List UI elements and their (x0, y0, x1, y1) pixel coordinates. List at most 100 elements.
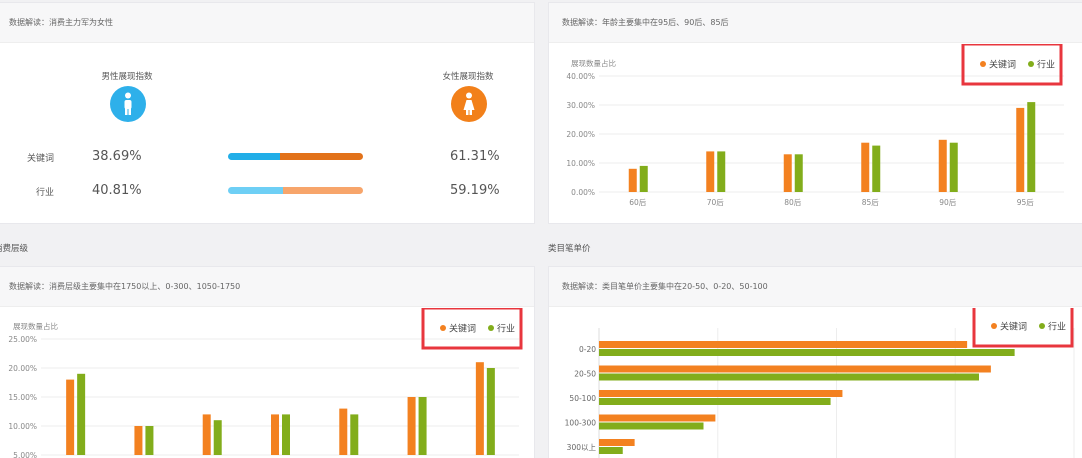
y-tick-label: 5.00% (13, 451, 37, 458)
legend-label: 关键词 (989, 59, 1016, 71)
female-keyword-pct: 61.31% (450, 149, 500, 164)
industry-male-segment (228, 187, 284, 194)
keyword-female-segment (280, 153, 363, 160)
y-tick-label: 50-100 (569, 394, 596, 403)
bar (639, 165, 648, 192)
bar (418, 397, 427, 455)
legend-marker (991, 323, 997, 329)
y-tick-label: 0-20 (579, 345, 596, 354)
legend-label: 关键词 (1000, 321, 1027, 333)
keyword-male-segment (228, 153, 281, 160)
bar (717, 151, 726, 192)
bar (599, 439, 635, 446)
age-header: 数据解读：年龄主要集中在95后、90后、85后 (549, 3, 1082, 43)
x-tick-label: 60后 (629, 197, 647, 207)
gender-header-text: 数据解读：消费主力军为女性 (9, 18, 113, 27)
y-tick-label: 15.00% (8, 393, 37, 402)
y-tick-label: 40.00% (566, 72, 595, 81)
gender-panel: 数据解读：消费主力军为女性 男性展现指数 女性展现指数 关键词 38.69% 6… (0, 2, 535, 224)
industry-female-segment (283, 187, 363, 194)
legend-label: 行业 (1048, 321, 1066, 333)
y-axis-label: 展现数量占比 (571, 58, 616, 68)
bar (1016, 107, 1025, 192)
age-chart: 0.00% 10.00% 20.00% 30.00% 40.00% 展现数量占比 60后 70… (566, 44, 1064, 207)
y-tick-label: 0.00% (571, 188, 595, 197)
y-tick-label: 100-300 (565, 419, 597, 428)
x-tick-label: 80后 (784, 197, 802, 207)
bar (407, 397, 416, 455)
bar (350, 414, 359, 455)
industry-share-bar (228, 187, 363, 194)
legend-marker (1039, 323, 1045, 329)
male-person-icon (110, 86, 146, 122)
bar (202, 414, 211, 455)
consumption-header-text: 数据解读：消费层级主要集中在1750以上、0-300、1050-1750 (9, 282, 241, 291)
legend-marker (1028, 61, 1034, 67)
y-tick-label: 30.00% (566, 101, 595, 110)
bar (938, 139, 947, 192)
y-tick-label: 300以上 (567, 443, 597, 452)
category-panel: 数据解读：类目笔单价主要集中在20-50、0-20、50-100 0-20 20-… (548, 266, 1082, 458)
female-index-title: 女性展现指数 (442, 72, 494, 82)
female-industry-pct: 59.19% (450, 183, 500, 198)
bar (861, 142, 870, 192)
legend-label: 行业 (1037, 59, 1055, 71)
bar (134, 426, 143, 455)
age-panel: 数据解读：年龄主要集中在95后、90后、85后 0.00% 10.00% 20.00… (548, 2, 1082, 224)
bar (599, 398, 831, 405)
bar (599, 341, 968, 348)
bar (949, 142, 958, 192)
consumption-section-title: 消费层级 (0, 244, 29, 254)
consumption-header: 数据解读：消费层级主要集中在1750以上、0-300、1050-1750 (0, 267, 534, 307)
bar (77, 373, 86, 455)
consumption-chart: 5.00% 10.00% 15.00% 20.00% 25.00% 展现数量占比 关键词 行业 (8, 308, 523, 458)
x-tick-label: 85后 (862, 197, 880, 207)
bar (599, 373, 979, 381)
male-industry-pct: 40.81% (92, 183, 142, 198)
bar (599, 422, 704, 430)
bar (475, 362, 484, 455)
male-index-title: 男性展现指数 (101, 72, 153, 82)
category-section-title: 类目笔单价 (548, 244, 591, 254)
age-header-text: 数据解读：年龄主要集中在95后、90后、85后 (562, 18, 729, 27)
y-tick-label: 10.00% (8, 422, 37, 431)
bar (872, 145, 881, 192)
legend-label: 行业 (497, 323, 515, 335)
legend-marker (488, 325, 494, 331)
x-tick-label: 95后 (1017, 197, 1035, 207)
bar (599, 447, 623, 454)
y-tick-label: 25.00% (8, 335, 37, 344)
bar (599, 365, 991, 373)
bar (213, 420, 222, 455)
bar (66, 379, 75, 455)
category-header-text: 数据解读：类目笔单价主要集中在20-50、0-20、50-100 (562, 282, 768, 291)
legend-label: 关键词 (449, 323, 476, 335)
keyword-share-bar (228, 153, 363, 160)
y-tick-label: 20-50 (574, 370, 596, 379)
male-keyword-pct: 38.69% (92, 149, 142, 164)
female-person-icon (451, 86, 487, 122)
bar (1027, 102, 1036, 192)
bar (145, 426, 154, 455)
legend-marker (980, 61, 986, 67)
bar (783, 154, 792, 192)
bar (599, 414, 716, 422)
bar (339, 408, 348, 455)
x-tick-label: 70后 (707, 197, 725, 207)
category-header: 数据解读：类目笔单价主要集中在20-50、0-20、50-100 (549, 267, 1082, 307)
y-tick-label: 20.00% (8, 364, 37, 373)
bar (282, 414, 290, 455)
bar (486, 368, 495, 455)
consumption-panel: 数据解读：消费层级主要集中在1750以上、0-300、1050-1750 5.0… (0, 266, 535, 458)
gender-header: 数据解读：消费主力军为女性 (0, 3, 534, 43)
row-label-industry: 行业 (36, 188, 55, 198)
bar (599, 349, 1015, 356)
y-tick-label: 20.00% (566, 130, 595, 139)
x-tick-label: 90后 (939, 197, 957, 207)
legend-marker (440, 325, 446, 331)
category-chart: 0-20 20-50 50-100 100-300 300以上 关键词 行业 (565, 308, 1075, 458)
y-axis-label: 展现数量占比 (13, 321, 58, 331)
bar (599, 390, 843, 397)
row-label-keyword: 关键词 (27, 154, 55, 164)
y-tick-label: 10.00% (566, 159, 595, 168)
